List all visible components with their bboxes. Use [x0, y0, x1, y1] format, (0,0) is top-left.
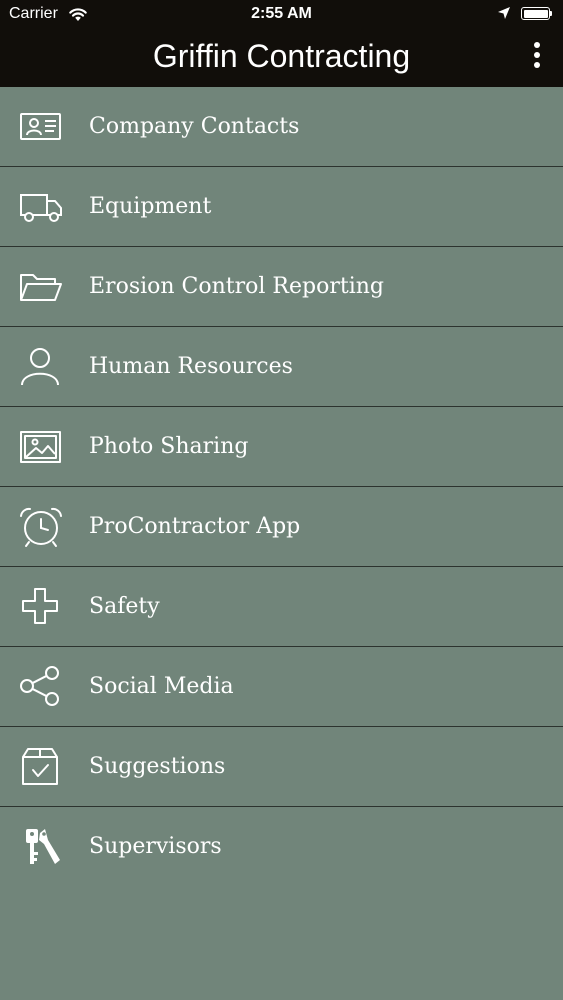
menu-item-label: ProContractor App	[89, 514, 301, 539]
keys-icon	[18, 826, 64, 868]
menu-item-label: Suggestions	[89, 754, 226, 779]
battery-icon	[521, 7, 552, 20]
menu-item-label: Safety	[89, 594, 160, 619]
menu-item-label: Human Resources	[89, 354, 293, 379]
menu-item-suggestions[interactable]: Suggestions	[0, 727, 563, 807]
alarm-clock-icon	[18, 506, 64, 548]
menu-item-procontractor-app[interactable]: ProContractor App	[0, 487, 563, 567]
plus-cross-icon	[18, 586, 64, 628]
status-bar: Carrier 2:55 AM	[0, 0, 563, 30]
menu-item-photo-sharing[interactable]: Photo Sharing	[0, 407, 563, 487]
menu-item-label: Company Contacts	[89, 114, 300, 139]
page-title: Griffin Contracting	[152, 38, 411, 74]
menu-item-erosion-control-reporting[interactable]: Erosion Control Reporting	[0, 247, 563, 327]
more-vertical-icon[interactable]	[526, 40, 548, 72]
menu-item-social-media[interactable]: Social Media	[0, 647, 563, 727]
share-icon	[18, 666, 64, 708]
truck-icon	[18, 186, 64, 228]
menu-item-company-contacts[interactable]: Company Contacts	[0, 87, 563, 167]
location-arrow-icon	[497, 6, 511, 20]
menu-item-equipment[interactable]: Equipment	[0, 167, 563, 247]
menu-item-safety[interactable]: Safety	[0, 567, 563, 647]
person-icon	[18, 346, 64, 388]
image-icon	[18, 426, 64, 468]
menu-item-label: Supervisors	[89, 834, 222, 859]
menu-item-human-resources[interactable]: Human Resources	[0, 327, 563, 407]
menu-item-label: Erosion Control Reporting	[89, 274, 384, 299]
menu-list: Company Contacts Equipment Erosion Contr…	[0, 87, 563, 886]
checked-box-icon	[18, 746, 64, 788]
contact-card-icon	[18, 106, 64, 148]
menu-item-label: Photo Sharing	[89, 434, 249, 459]
folder-icon	[18, 266, 64, 308]
menu-item-supervisors[interactable]: Supervisors	[0, 807, 563, 886]
menu-item-label: Equipment	[89, 194, 212, 219]
status-time: 2:55 AM	[251, 5, 312, 22]
app-header: Carrier 2:55 AM Griffin Contracting	[0, 0, 563, 87]
menu-item-label: Social Media	[89, 674, 234, 699]
